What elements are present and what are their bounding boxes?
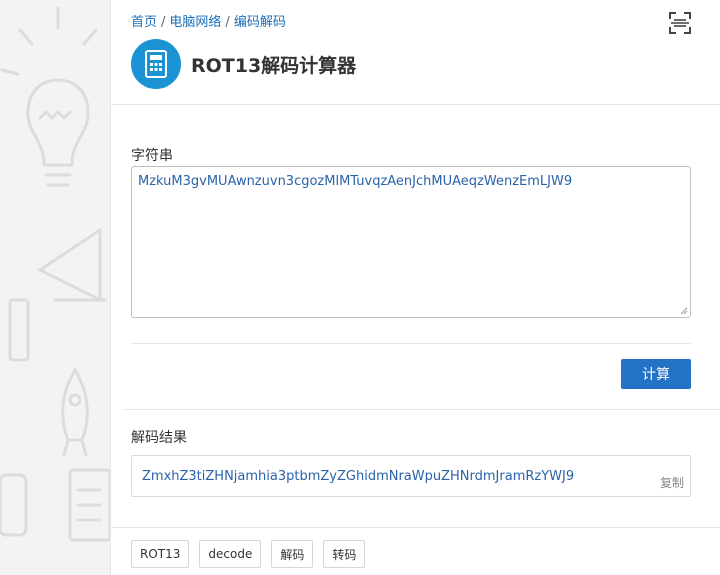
tag-decode[interactable]: decode bbox=[199, 540, 262, 568]
tag-list: ROT13 decode 解码 转码 bbox=[131, 540, 366, 568]
calculator-glyph-icon bbox=[145, 50, 167, 78]
qr-scan-icon[interactable] bbox=[669, 12, 691, 34]
copy-button[interactable]: 复制 bbox=[660, 474, 684, 491]
divider bbox=[131, 343, 691, 344]
calculator-card: 首页 / 电脑网络 / 编码解码 ROT13解码计算器 字符串 MzkuM3gv… bbox=[110, 0, 720, 575]
breadcrumb: 首页 / 电脑网络 / 编码解码 bbox=[131, 11, 286, 30]
result-value: ZmxhZ3tiZHNjamhia3ptbmZyZGhidmNraWpuZHNr… bbox=[142, 469, 575, 484]
string-input[interactable]: MzkuM3gvMUAwnzuvn3cgozMlMTuvqzAenJchMUAe… bbox=[131, 166, 691, 318]
input-label: 字符串 bbox=[131, 148, 173, 164]
string-input-value[interactable]: MzkuM3gvMUAwnzuvn3cgozMlMTuvqzAenJchMUAe… bbox=[138, 174, 684, 189]
breadcrumb-subcategory[interactable]: 编码解码 bbox=[234, 15, 286, 30]
divider bbox=[123, 409, 720, 410]
background-decoration bbox=[0, 6, 110, 542]
breadcrumb-separator: / bbox=[225, 15, 230, 30]
tag-rot13[interactable]: ROT13 bbox=[131, 540, 190, 568]
breadcrumb-home[interactable]: 首页 bbox=[131, 15, 157, 30]
breadcrumb-category[interactable]: 电脑网络 bbox=[169, 15, 221, 30]
divider bbox=[111, 527, 720, 528]
result-output: ZmxhZ3tiZHNjamhia3ptbmZyZGhidmNraWpuZHNr… bbox=[131, 455, 691, 497]
result-label: 解码结果 bbox=[131, 430, 187, 446]
breadcrumb-separator: / bbox=[161, 15, 166, 30]
resize-handle-icon[interactable] bbox=[680, 307, 688, 315]
calculator-icon bbox=[131, 39, 181, 89]
tag-zhuanma[interactable]: 转码 bbox=[323, 540, 366, 568]
calculate-button[interactable]: 计算 bbox=[621, 359, 691, 389]
tag-jiema[interactable]: 解码 bbox=[271, 540, 314, 568]
page-header: 首页 / 电脑网络 / 编码解码 ROT13解码计算器 bbox=[111, 0, 720, 105]
page-title: ROT13解码计算器 bbox=[191, 55, 357, 77]
